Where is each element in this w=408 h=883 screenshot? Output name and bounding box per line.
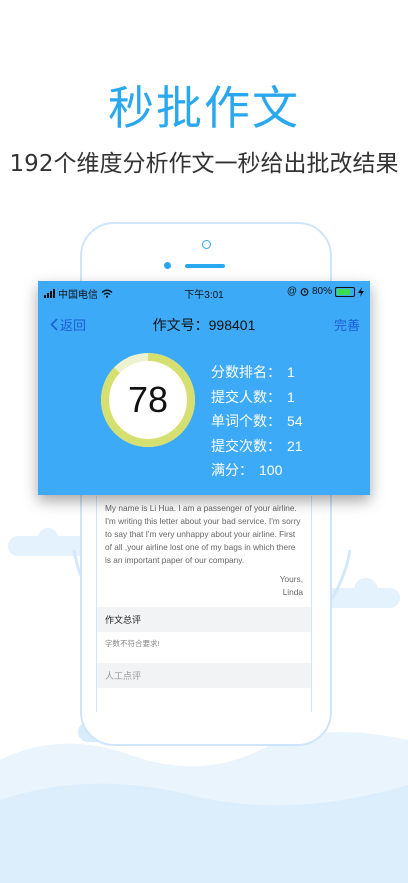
signature: Linda <box>282 587 303 597</box>
essay-screen: My name is Li Hua. I am a passenger of y… <box>96 496 312 712</box>
charging-icon <box>358 286 364 297</box>
speaker-icon <box>185 264 225 268</box>
camera-icon <box>202 240 211 249</box>
alarm-icon <box>300 288 309 296</box>
closing-line: Yours, <box>279 574 303 584</box>
status-bar: 中国电信 下午3:01 @ 80% <box>44 286 364 301</box>
stat-submissions: 提交次数： 21 <box>211 437 303 454</box>
essay-text: My name is Li Hua. I am a passenger of y… <box>105 503 301 565</box>
review-heading: 作文总评 <box>97 607 311 632</box>
stat-word-count: 单词个数： 54 <box>211 413 303 429</box>
status-right: @ 80% <box>287 286 364 297</box>
score-value: 78 <box>127 379 169 420</box>
stat-full-score: 满分： 100 <box>211 462 283 478</box>
subheadline: 192个维度分析作文一秒给出批改结果 <box>9 151 399 177</box>
essay-number-title: 作文号：998401 <box>152 317 256 333</box>
stats-list: 分数排名： 1 提交人数： 1 单词个数： 54 提交次数： 21 满分： 100 <box>211 360 303 483</box>
score-card: 中国电信 下午3:01 @ 80% 返回 作文号：998401 完善 78 分数… <box>38 281 370 495</box>
essay-closing: Yours, Linda <box>97 573 311 599</box>
review-body: 字数不符合要求! <box>105 639 160 648</box>
sensor-icon <box>164 262 171 269</box>
manual-review-heading[interactable]: 人工点评 <box>97 663 311 688</box>
stat-submitters: 提交人数： 1 <box>211 388 295 405</box>
at-icon: @ <box>286 286 297 297</box>
complete-button[interactable]: 完善 <box>334 315 360 334</box>
stat-rank: 分数排名： 1 <box>211 364 295 380</box>
battery-percent: 80% <box>311 286 332 297</box>
headline: 秒批作文 <box>108 81 300 135</box>
nav-bar: 返回 作文号：998401 完善 <box>38 315 370 337</box>
battery-icon <box>335 286 355 297</box>
